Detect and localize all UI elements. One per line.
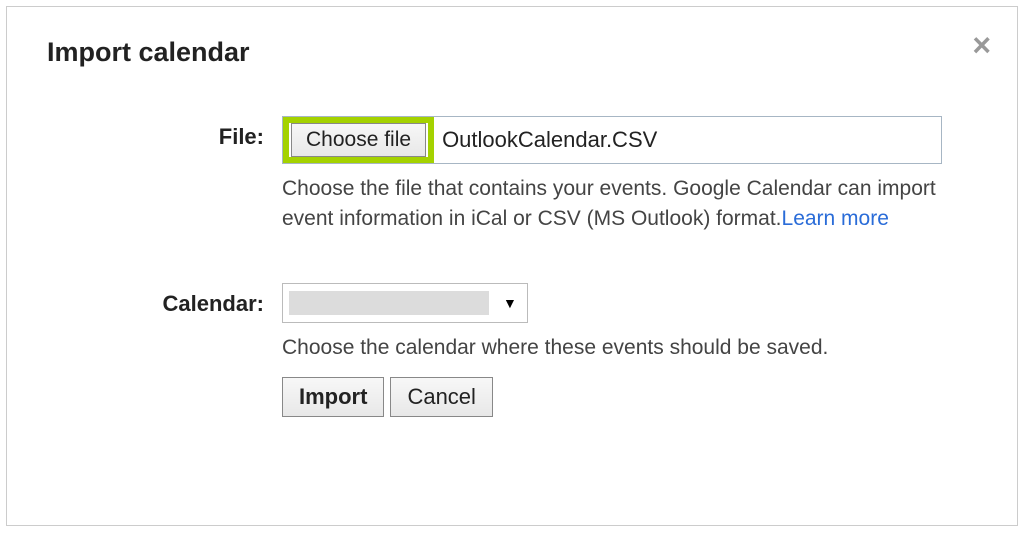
calendar-select-value (289, 291, 489, 315)
import-calendar-dialog: × Import calendar File: Choose file Outl… (6, 6, 1018, 526)
file-help-text: Choose the file that contains your event… (282, 174, 942, 235)
chevron-down-icon: ▼ (503, 295, 517, 311)
learn-more-link[interactable]: Learn more (782, 207, 889, 230)
button-row: Import Cancel (282, 377, 942, 417)
import-button[interactable]: Import (282, 377, 384, 417)
cancel-button[interactable]: Cancel (390, 377, 492, 417)
button-row-wrap: Import Cancel (47, 377, 977, 417)
choose-file-highlight: Choose file (283, 117, 434, 163)
dialog-title: Import calendar (47, 37, 977, 68)
calendar-label: Calendar: (47, 283, 282, 363)
button-spacer (47, 377, 282, 417)
choose-file-button[interactable]: Choose file (291, 123, 426, 157)
calendar-select[interactable]: ▼ (282, 283, 528, 323)
calendar-content: ▼ Choose the calendar where these events… (282, 283, 942, 363)
file-content: Choose file OutlookCalendar.CSV Choose t… (282, 116, 942, 235)
calendar-row: Calendar: ▼ Choose the calendar where th… (47, 283, 977, 363)
file-row: File: Choose file OutlookCalendar.CSV Ch… (47, 116, 977, 235)
file-label: File: (47, 116, 282, 235)
selected-filename: OutlookCalendar.CSV (434, 117, 657, 163)
file-input-container: Choose file OutlookCalendar.CSV (282, 116, 942, 164)
calendar-help-text: Choose the calendar where these events s… (282, 333, 942, 363)
close-icon[interactable]: × (972, 29, 991, 61)
